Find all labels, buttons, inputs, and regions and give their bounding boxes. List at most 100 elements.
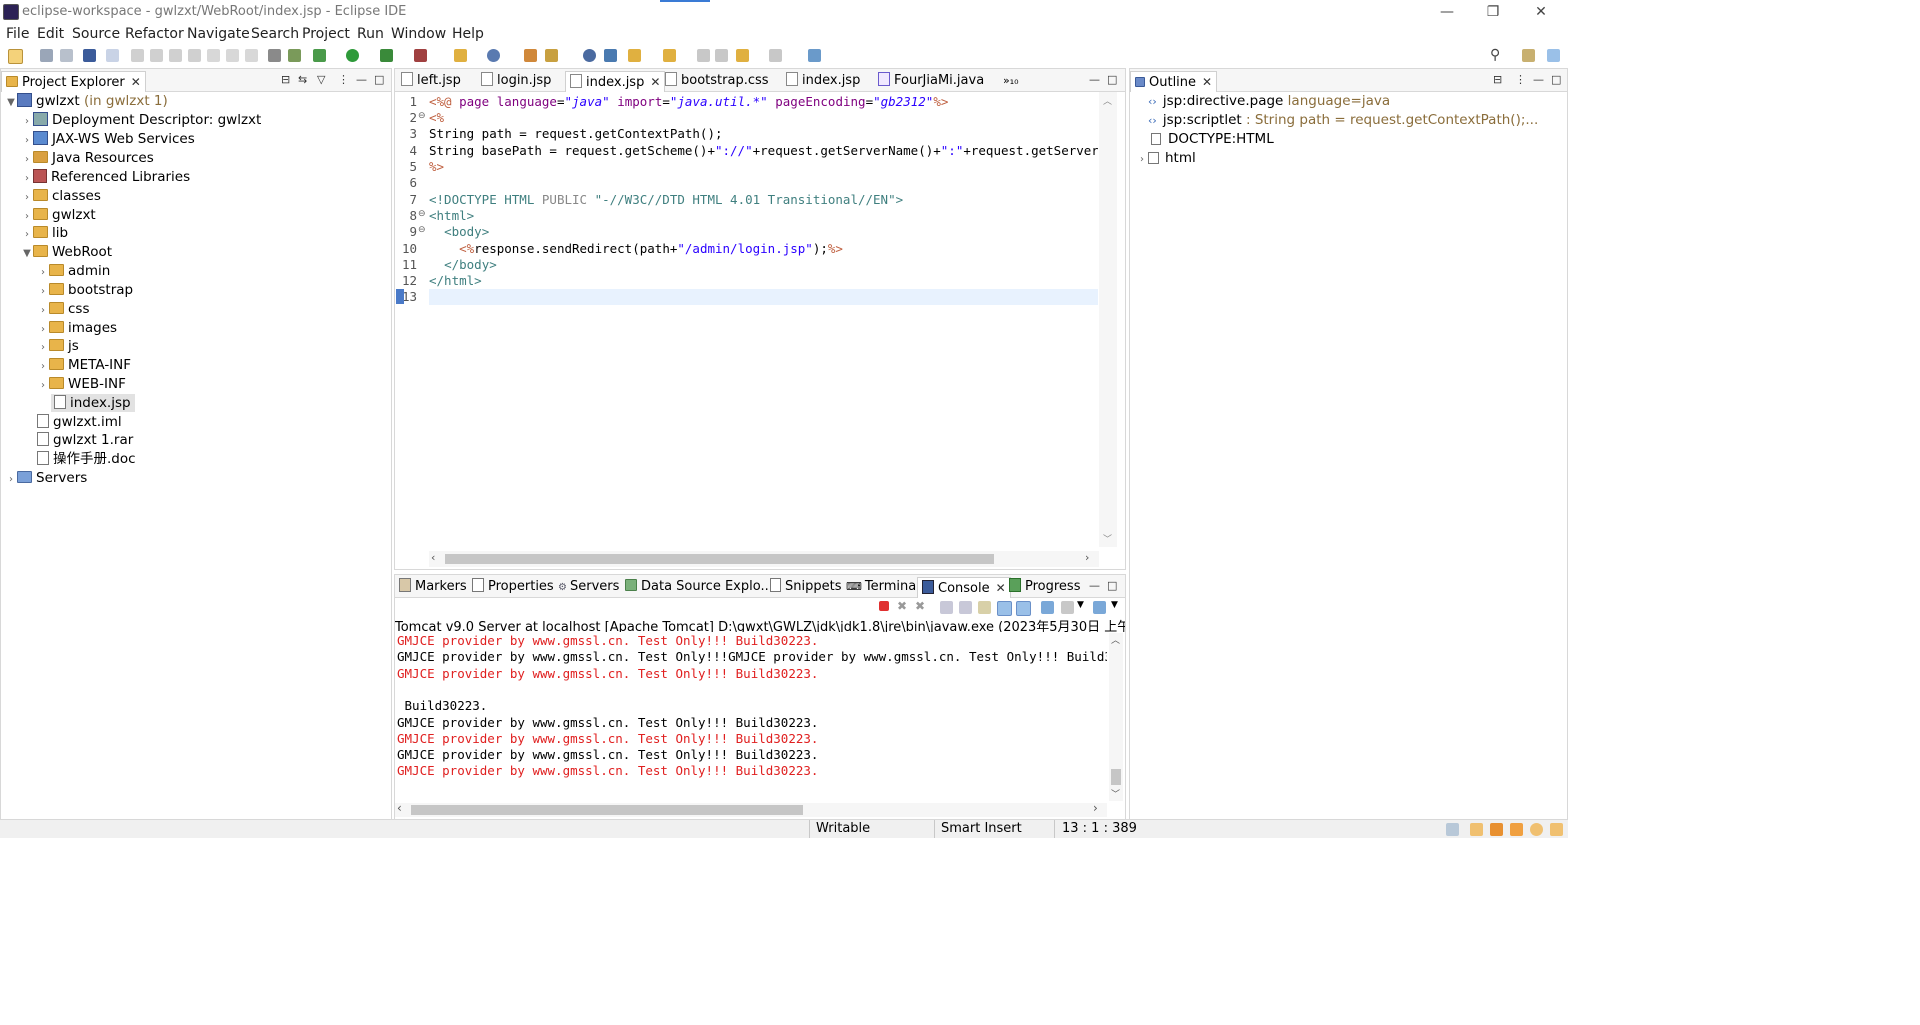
open-console-icon[interactable]	[1093, 601, 1106, 614]
chevron-right-icon[interactable]: ›	[37, 283, 49, 301]
step-over-icon[interactable]	[226, 49, 239, 62]
tab-outline[interactable]: Outline ✕	[1130, 71, 1218, 92]
fold-collapse-icon[interactable]: ⊖	[418, 111, 426, 121]
pin-console-icon[interactable]	[1041, 601, 1054, 614]
globe-icon[interactable]	[583, 49, 596, 62]
forward-icon[interactable]	[769, 49, 782, 62]
scroll-down-icon[interactable]: ﹀	[1111, 787, 1120, 800]
view-menu-icon[interactable]: ⋮	[1515, 73, 1526, 86]
toggle-mark-icon[interactable]	[268, 49, 281, 62]
maximize-icon[interactable]: □	[1551, 73, 1561, 86]
tab-left-jsp[interactable]: left.jsp	[397, 71, 465, 91]
open-perspective-icon[interactable]	[1522, 49, 1535, 62]
tree-item-referenced-libraries[interactable]: › Referenced Libraries	[21, 168, 190, 186]
tree-item-gwlzxt-rar[interactable]: gwlzxt 1.rar	[37, 431, 133, 449]
close-icon[interactable]: ✕	[1526, 2, 1556, 22]
console-horizontal-scrollbar[interactable]: ‹ ›	[395, 801, 1107, 817]
tree-item-index-jsp[interactable]: index.jsp	[51, 394, 135, 412]
chevron-right-icon[interactable]: ›	[21, 132, 33, 150]
skip-breakpoints-icon[interactable]	[106, 49, 119, 62]
code-area[interactable]: <%@ page language="java" import="java.ut…	[429, 92, 1098, 545]
show-on-stdout-icon[interactable]	[997, 601, 1012, 616]
notification-icon[interactable]	[1446, 823, 1459, 836]
tab-servers[interactable]: ⚙ Servers	[554, 577, 623, 597]
editor-horizontal-scrollbar[interactable]: ‹ ›	[429, 551, 1099, 567]
menu-help[interactable]: Help	[452, 26, 484, 42]
tab-markers[interactable]: Markers	[395, 577, 471, 597]
tree-item-gwlzxt-iml[interactable]: gwlzxt.iml	[37, 413, 122, 431]
chevron-right-icon[interactable]: ›	[21, 151, 33, 169]
tree-item-meta-inf[interactable]: › META-INF	[37, 356, 131, 374]
scrollbar-thumb[interactable]	[1111, 769, 1121, 785]
chevron-right-icon[interactable]: ›	[5, 471, 17, 489]
fold-collapse-icon[interactable]: ⊖	[418, 225, 426, 235]
status-insert-mode[interactable]: Smart Insert	[941, 821, 1022, 836]
editor-vertical-scrollbar[interactable]: ︿ ﹀	[1099, 92, 1117, 547]
chevron-down-icon[interactable]: ▼	[1077, 600, 1084, 610]
close-icon[interactable]: ✕	[1202, 75, 1212, 89]
minimize-icon[interactable]: —	[1533, 73, 1544, 86]
terminal-icon[interactable]	[83, 49, 96, 62]
console-vertical-scrollbar[interactable]: ︿ ﹀	[1109, 633, 1123, 801]
menu-search[interactable]: Search	[251, 26, 299, 42]
tree-item-deployment-descriptor[interactable]: › Deployment Descriptor: gwlzxt	[21, 111, 261, 129]
tree-item-java-resources[interactable]: › Java Resources	[21, 149, 154, 167]
new-icon[interactable]	[8, 49, 23, 64]
tree-item-webroot[interactable]: ▼ WebRoot	[21, 243, 112, 261]
terminate-icon[interactable]	[169, 49, 182, 62]
open-task-icon[interactable]	[524, 49, 537, 62]
back-icon[interactable]	[736, 49, 749, 62]
chevron-right-icon[interactable]: ›	[21, 113, 33, 131]
terminate-icon[interactable]	[879, 601, 889, 611]
ime-mode-icon[interactable]	[1490, 823, 1503, 836]
new-server-icon[interactable]	[454, 49, 467, 62]
restore-icon[interactable]: ❐	[1478, 2, 1508, 22]
collapse-all-icon[interactable]: ⊟	[281, 73, 290, 86]
scrollbar-thumb[interactable]	[445, 554, 994, 564]
menu-project[interactable]: Project	[302, 26, 350, 42]
close-icon[interactable]: ✕	[650, 75, 660, 89]
show-on-stderr-icon[interactable]	[1016, 601, 1031, 616]
menu-file[interactable]: File	[6, 26, 29, 42]
tab-data-source-explorer[interactable]: Data Source Explo...	[621, 577, 777, 597]
chevron-right-icon[interactable]: ›	[21, 226, 33, 244]
tab-index-jsp-2[interactable]: index.jsp	[782, 71, 864, 91]
tree-item-jax-ws[interactable]: › JAX-WS Web Services	[21, 130, 195, 148]
scroll-up-icon[interactable]: ︿	[1111, 633, 1120, 646]
tab-properties[interactable]: Properties	[468, 577, 558, 597]
tree-item-gwlzxt-folder[interactable]: › gwlzxt	[21, 206, 96, 224]
collapse-all-icon[interactable]: ⊟	[1493, 73, 1502, 86]
java-ee-perspective-icon[interactable]	[1547, 49, 1560, 62]
tab-index-jsp-active[interactable]: index.jsp ✕	[565, 71, 666, 92]
chevron-down-icon[interactable]: ▼	[1111, 600, 1118, 610]
next-annotation-icon[interactable]	[628, 49, 641, 62]
tree-item-manual-doc[interactable]: 操作手册.doc	[37, 450, 136, 468]
save-all-icon[interactable]	[60, 49, 73, 62]
console-output[interactable]: GMJCE provider by www.gmssl.cn. Test Onl…	[395, 633, 1107, 801]
disconnect-icon[interactable]	[188, 49, 201, 62]
tree-item-bootstrap[interactable]: › bootstrap	[37, 281, 133, 299]
ime-pen-icon[interactable]	[1510, 823, 1523, 836]
tree-item-servers[interactable]: › Servers	[5, 469, 87, 487]
external-tools-icon[interactable]	[414, 49, 427, 62]
scroll-left-icon[interactable]: ‹	[397, 801, 402, 815]
step-into-icon[interactable]	[207, 49, 220, 62]
maximize-icon[interactable]: □	[1107, 73, 1117, 86]
chevron-right-icon[interactable]: ›	[37, 339, 49, 357]
remove-all-icon[interactable]: ✖	[915, 599, 925, 613]
prev-annotation-icon[interactable]	[663, 49, 676, 62]
close-icon[interactable]: ✕	[131, 75, 141, 89]
tree-item-web-inf[interactable]: › WEB-INF	[37, 375, 126, 393]
last-edit-icon[interactable]	[697, 49, 710, 62]
pin-editor-icon[interactable]	[808, 49, 821, 62]
view-menu-icon[interactable]: ⋮	[338, 73, 349, 86]
minimize-icon[interactable]: —	[1089, 73, 1100, 86]
suspend-icon[interactable]	[150, 49, 163, 62]
tree-item-lib[interactable]: › lib	[21, 224, 68, 242]
search-icon[interactable]	[545, 49, 558, 62]
scroll-right-icon[interactable]: ›	[1085, 551, 1089, 564]
tree-item-js[interactable]: › js	[37, 337, 79, 355]
save-icon[interactable]	[40, 49, 53, 62]
menu-edit[interactable]: Edit	[37, 26, 64, 42]
outline-item-scriptlet[interactable]: ‹› jsp:scriptlet : String path = request.…	[1148, 111, 1538, 129]
